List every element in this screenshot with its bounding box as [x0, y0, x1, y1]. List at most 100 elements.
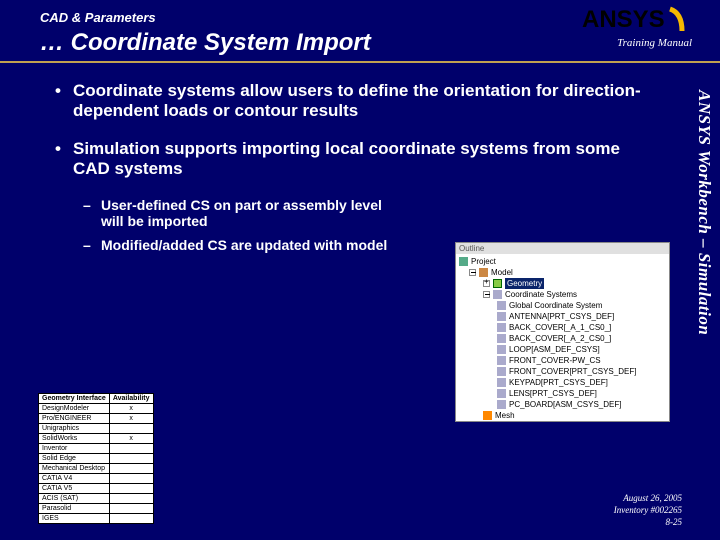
tree-item-cs[interactable]: ANTENNA[PRT_CSYS_DEF] — [459, 311, 666, 322]
tree-label: PC_BOARD[ASM_CSYS_DEF] — [509, 399, 621, 410]
bullet-2: • Simulation supports importing local co… — [55, 139, 650, 179]
tree-item-cs[interactable]: LENS[PRT_CSYS_DEF] — [459, 388, 666, 399]
table-cell-availability — [109, 484, 153, 494]
tree-item-cs[interactable]: PC_BOARD[ASM_CSYS_DEF] — [459, 399, 666, 410]
tree-label-selected: Geometry — [505, 278, 544, 289]
table-cell-name: Pro/ENGINEER — [39, 414, 110, 424]
table-row: Unigraphics — [39, 424, 154, 434]
tree-item-project[interactable]: Project — [459, 256, 666, 267]
content-area: • Coordinate systems allow users to defi… — [0, 63, 720, 253]
tree-label: Environment — [505, 421, 550, 422]
table-row: Pro/ENGINEERx — [39, 414, 154, 424]
tree-item-model[interactable]: Model — [459, 267, 666, 278]
table-row: DesignModelerx — [39, 404, 154, 414]
coordinate-system-icon — [497, 301, 506, 310]
dash-icon: – — [83, 197, 101, 229]
tree-label: Project — [471, 256, 496, 267]
table-cell-name: Unigraphics — [39, 424, 110, 434]
table-row: Inventor — [39, 444, 154, 454]
tree-label: BACK_COVER[_A_1_CS0_] — [509, 322, 611, 333]
table-cell-availability: x — [109, 414, 153, 424]
table-cell-availability — [109, 464, 153, 474]
availability-table: Geometry Interface Availability DesignMo… — [38, 393, 154, 524]
footer-date: August 26, 2005 — [614, 492, 682, 504]
table-cell-availability — [109, 494, 153, 504]
table-row: CATIA V4 — [39, 474, 154, 484]
table-cell-availability — [109, 424, 153, 434]
coordinate-system-icon — [493, 290, 502, 299]
tree-item-cs-root[interactable]: Coordinate Systems — [459, 289, 666, 300]
table-row: IGES — [39, 514, 154, 524]
coordinate-system-icon — [497, 389, 506, 398]
tree-item-cs[interactable]: FRONT_COVER-PW_CS — [459, 355, 666, 366]
table-row: CATIA V5 — [39, 484, 154, 494]
table-cell-name: Parasolid — [39, 504, 110, 514]
geometry-icon — [493, 279, 502, 288]
ansys-logo: ANSYS — [582, 5, 692, 35]
tree-label: Global Coordinate System — [509, 300, 602, 311]
bullet-1-text: Coordinate systems allow users to define… — [73, 81, 650, 121]
tree-label: FRONT_COVER[PRT_CSYS_DEF] — [509, 366, 636, 377]
sub-bullet-1: – User-defined CS on part or assembly le… — [83, 197, 650, 229]
dash-icon: – — [83, 237, 101, 253]
table-cell-name: Inventor — [39, 444, 110, 454]
tree-label: BACK_COVER[_A_2_CS0_] — [509, 333, 611, 344]
tree-item-cs[interactable]: BACK_COVER[_A_2_CS0_] — [459, 333, 666, 344]
tree-item-environment[interactable]: Environment — [459, 421, 666, 422]
collapse-icon[interactable] — [469, 269, 476, 276]
table-cell-name: Solid Edge — [39, 454, 110, 464]
table-header-2: Availability — [109, 394, 153, 404]
tree-header: Outline — [456, 243, 669, 254]
tree-item-cs[interactable]: Global Coordinate System — [459, 300, 666, 311]
coordinate-system-icon — [497, 323, 506, 332]
expand-icon[interactable] — [483, 280, 490, 287]
table-cell-availability: x — [109, 404, 153, 414]
coordinate-system-icon — [497, 367, 506, 376]
tree-label: LOOP[ASM_DEF_CSYS] — [509, 344, 600, 355]
tree-item-geometry[interactable]: Geometry — [459, 278, 666, 289]
table-cell-name: IGES — [39, 514, 110, 524]
bullet-1: • Coordinate systems allow users to defi… — [55, 81, 650, 121]
bullet-dot-icon: • — [55, 81, 73, 121]
table-cell-name: DesignModeler — [39, 404, 110, 414]
table-cell-name: Mechanical Desktop — [39, 464, 110, 474]
tree-label: LENS[PRT_CSYS_DEF] — [509, 388, 597, 399]
table-cell-availability — [109, 514, 153, 524]
tree-label: Coordinate Systems — [505, 289, 577, 300]
coordinate-system-icon — [497, 345, 506, 354]
table-cell-availability: x — [109, 434, 153, 444]
footer-inventory: Inventory #002265 — [614, 504, 682, 516]
table-header-1: Geometry Interface — [39, 394, 110, 404]
table-cell-availability — [109, 454, 153, 464]
table-cell-availability — [109, 474, 153, 484]
tree-item-mesh[interactable]: Mesh — [459, 410, 666, 421]
bullet-dot-icon: • — [55, 139, 73, 179]
training-manual-label: Training Manual — [582, 37, 692, 49]
tree-item-cs[interactable]: LOOP[ASM_DEF_CSYS] — [459, 344, 666, 355]
footer-page: 8-25 — [614, 516, 682, 528]
mesh-icon — [483, 411, 492, 420]
slide-header: CAD & Parameters … Coordinate System Imp… — [0, 0, 720, 57]
sidebar-vertical-text: ANSYS Workbench – Simulation — [694, 90, 714, 335]
tree-item-cs[interactable]: BACK_COVER[_A_1_CS0_] — [459, 322, 666, 333]
svg-text:ANSYS: ANSYS — [582, 6, 665, 33]
tree-label: Mesh — [495, 410, 515, 421]
table-row: Parasolid — [39, 504, 154, 514]
logo-area: ANSYS Training Manual — [582, 5, 692, 49]
coordinate-system-icon — [497, 334, 506, 343]
tree-item-cs[interactable]: KEYPAD[PRT_CSYS_DEF] — [459, 377, 666, 388]
tree-label: KEYPAD[PRT_CSYS_DEF] — [509, 377, 608, 388]
tree-item-cs[interactable]: FRONT_COVER[PRT_CSYS_DEF] — [459, 366, 666, 377]
table-row: SolidWorksx — [39, 434, 154, 444]
coordinate-system-icon — [497, 312, 506, 321]
table-row: ACIS (SAT) — [39, 494, 154, 504]
tree-label: Model — [491, 267, 513, 278]
outline-tree-panel: Outline Project Model Geometry Coordinat… — [455, 242, 670, 422]
sub-bullet-2-text: Modified/added CS are updated with model — [101, 237, 387, 253]
slide-footer: August 26, 2005 Inventory #002265 8-25 — [614, 492, 682, 528]
collapse-icon[interactable] — [483, 291, 490, 298]
table-cell-name: SolidWorks — [39, 434, 110, 444]
table-row: Mechanical Desktop — [39, 464, 154, 474]
coordinate-system-icon — [497, 378, 506, 387]
bullet-2-text: Simulation supports importing local coor… — [73, 139, 650, 179]
